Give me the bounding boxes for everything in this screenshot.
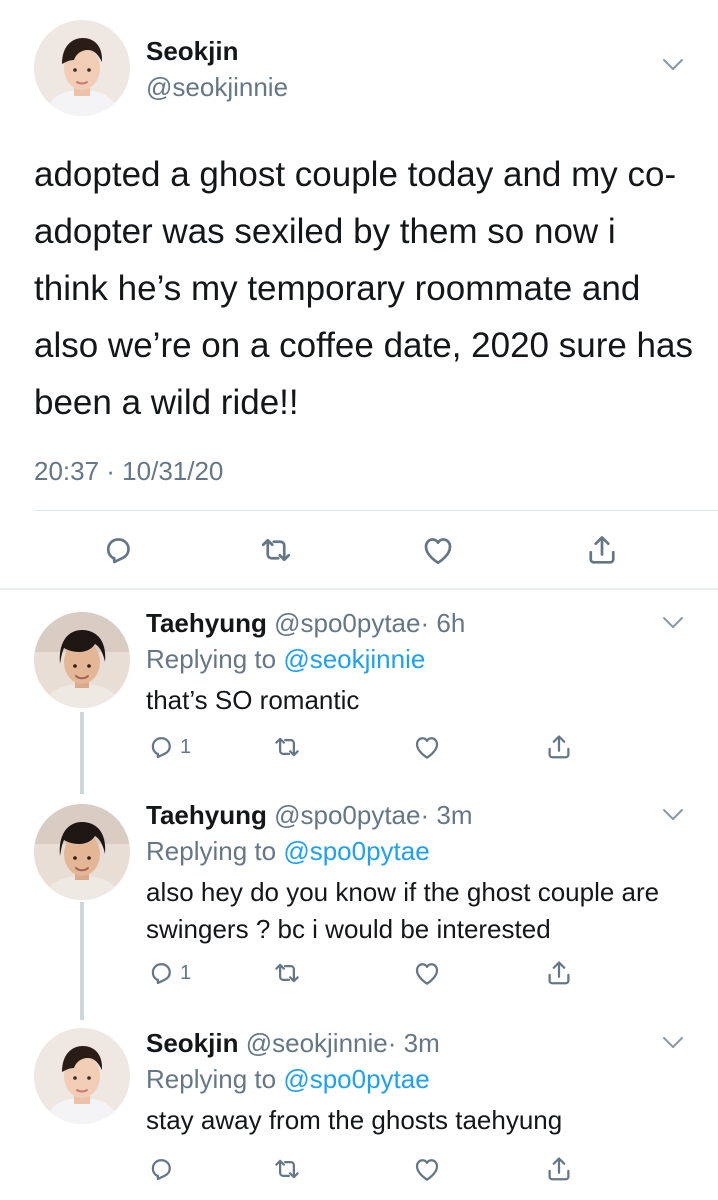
like-icon[interactable]: [420, 532, 456, 568]
avatar[interactable]: [34, 1028, 130, 1124]
like-icon: [412, 732, 442, 762]
reply-button[interactable]: 1: [146, 958, 191, 988]
like-button[interactable]: [412, 958, 442, 988]
replying-to: Replying to @seokjinnie: [146, 644, 425, 675]
avatar-image: [34, 20, 130, 116]
reply-author-name[interactable]: Taehyung: [146, 800, 267, 830]
reply-button[interactable]: 1: [146, 732, 191, 762]
tweet-actions: [0, 510, 718, 588]
share-icon: [544, 1154, 574, 1184]
reply-header: Taehyung @spo0pytae· 6h: [146, 608, 465, 639]
reply-icon: [146, 958, 176, 988]
share-icon[interactable]: [584, 532, 620, 568]
section-divider: [0, 588, 718, 590]
like-icon: [412, 1154, 442, 1184]
share-icon: [544, 958, 574, 988]
chevron-down-icon[interactable]: [662, 616, 684, 630]
author-handle[interactable]: @seokjinnie: [146, 72, 288, 103]
like-button[interactable]: [412, 732, 442, 762]
avatar-image: [34, 612, 130, 708]
reply-button[interactable]: [146, 1154, 176, 1184]
chevron-down-icon[interactable]: [662, 1036, 684, 1050]
retweet-button[interactable]: [272, 1154, 302, 1184]
thread-line: [80, 712, 84, 794]
retweet-icon: [272, 958, 302, 988]
reply-icon: [146, 732, 176, 762]
reply-time: · 6h: [420, 608, 466, 638]
tweet-timestamp: 20:37 · 10/31/20: [34, 456, 224, 486]
main-tweet: Seokjin @seokjinnie adopted a ghost coup…: [0, 0, 718, 588]
share-button[interactable]: [544, 732, 574, 762]
author-name[interactable]: Seokjin: [146, 36, 238, 67]
avatar-image: [34, 804, 130, 900]
replying-to: Replying to @spo0pytae: [146, 836, 430, 867]
reply-author-handle[interactable]: @seokjinnie: [246, 1028, 388, 1058]
tweet-text: adopted a ghost couple today and my co-a…: [34, 155, 693, 422]
chevron-down-icon[interactable]: [662, 58, 684, 72]
replying-to-link[interactable]: @seokjinnie: [283, 644, 425, 674]
avatar[interactable]: [34, 804, 130, 900]
retweet-icon[interactable]: [258, 532, 294, 568]
chevron-down-icon[interactable]: [662, 808, 684, 822]
reply-header: Taehyung @spo0pytae· 3m: [146, 800, 472, 831]
like-button[interactable]: [412, 1154, 442, 1184]
thread-line: [80, 902, 84, 1020]
like-icon: [412, 958, 442, 988]
share-button[interactable]: [544, 1154, 574, 1184]
retweet-icon: [272, 1154, 302, 1184]
reply-author-handle[interactable]: @spo0pytae: [274, 800, 420, 830]
reply-icon[interactable]: [100, 532, 136, 568]
replying-to-label: Replying to: [146, 1064, 277, 1094]
reply-time: · 3m: [420, 800, 473, 830]
avatar[interactable]: [34, 20, 130, 116]
retweet-icon: [272, 732, 302, 762]
reply-count: 1: [180, 735, 192, 758]
avatar-image: [34, 1028, 130, 1124]
retweet-button[interactable]: [272, 958, 302, 988]
reply-text: also hey do you know if the ghost couple…: [146, 877, 660, 944]
replying-to-label: Replying to: [146, 644, 277, 674]
reply-text: that’s SO romantic: [146, 685, 360, 715]
share-icon: [544, 732, 574, 762]
reply-header: Seokjin @seokjinnie· 3m: [146, 1028, 440, 1059]
reply-count: 1: [180, 961, 192, 984]
reply-author-name[interactable]: Seokjin: [146, 1028, 238, 1058]
share-button[interactable]: [544, 958, 574, 988]
reply-icon: [146, 1154, 176, 1184]
reply-author-handle[interactable]: @spo0pytae: [274, 608, 420, 638]
replying-to: Replying to @spo0pytae: [146, 1064, 430, 1095]
reply-author-name[interactable]: Taehyung: [146, 608, 267, 638]
reply-time: · 3m: [387, 1028, 440, 1058]
avatar[interactable]: [34, 612, 130, 708]
reply-text: stay away from the ghosts taehyung: [146, 1105, 563, 1135]
replying-to-link[interactable]: @spo0pytae: [283, 1064, 429, 1094]
replying-to-link[interactable]: @spo0pytae: [283, 836, 429, 866]
replying-to-label: Replying to: [146, 836, 277, 866]
retweet-button[interactable]: [272, 732, 302, 762]
